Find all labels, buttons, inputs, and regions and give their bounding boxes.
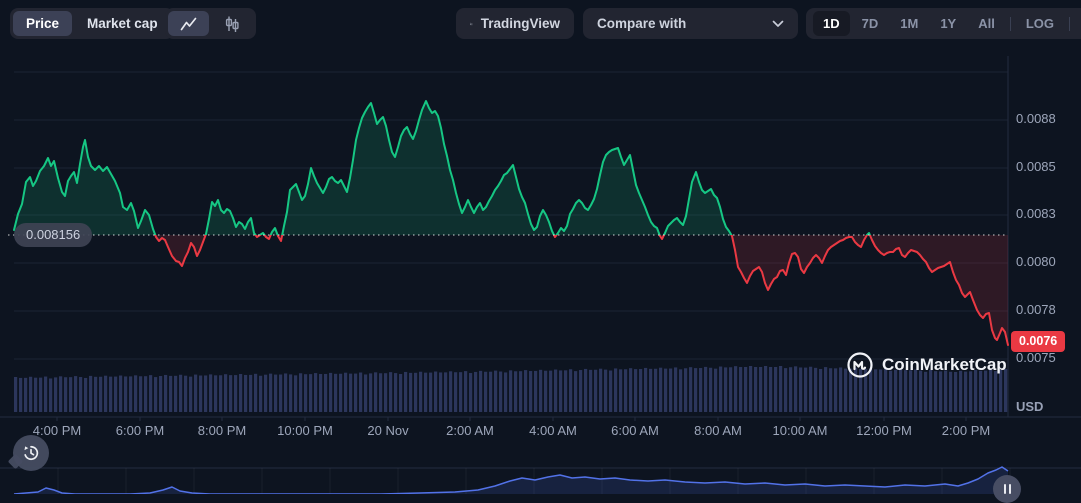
x-axis-label: 10:00 AM [772,423,828,438]
handle-grip-icon [1003,484,1006,494]
tab-market-cap[interactable]: Market cap [74,11,171,36]
current-price-badge: 0.0076 [1011,331,1066,352]
compare-with-label: Compare with [597,16,687,31]
y-axis-label: 0.0085 [1016,159,1056,174]
line-chart-type-button[interactable] [168,11,209,36]
line-chart-icon [180,17,197,30]
coinmarketcap-logo-icon [847,352,873,378]
more-options-button[interactable]: ··· [1075,11,1081,36]
candlestick-icon [225,16,239,32]
compare-with-dropdown[interactable]: Compare with [583,8,798,39]
y-axis-label: 0.0078 [1016,302,1056,317]
divider [1009,16,1011,31]
y-axis-unit-label: USD [1016,399,1044,414]
range-7d-button[interactable]: 7D [852,11,889,36]
history-button[interactable] [13,435,49,471]
tab-price[interactable]: Price [13,11,73,36]
chevron-down-icon [772,20,784,27]
x-axis-label: 2:00 PM [941,423,991,438]
price-chart[interactable] [0,0,1081,494]
x-axis-label: 8:00 AM [694,423,742,438]
x-axis-label: 6:00 AM [611,423,659,438]
divider [1069,16,1071,31]
time-range-selector: 1D 7D 1M 1Y All LOG ··· [806,8,1081,39]
metric-toggle: Price Market cap [10,8,174,39]
history-clock-icon [24,445,39,461]
navigator-resize-handle[interactable] [993,475,1021,503]
x-axis-label: 4:00 PM [32,423,82,438]
range-all-button[interactable]: All [968,11,1005,36]
candlestick-chart-type-button[interactable] [211,11,253,36]
tradingview-button[interactable]: TradingView [456,8,574,39]
handle-grip-icon [1008,484,1011,494]
range-1y-button[interactable]: 1Y [930,11,966,36]
baseline-price-label: 0.008156 [14,223,93,247]
x-axis-label: 12:00 PM [856,423,912,438]
x-axis-label: 8:00 PM [197,423,247,438]
range-1m-button[interactable]: 1M [890,11,928,36]
y-axis-label: 0.0080 [1016,254,1056,269]
x-axis-label: 10:00 PM [277,423,333,438]
x-axis-label: 2:00 AM [446,423,494,438]
watermark-text: CoinMarketCap [882,355,1007,374]
x-axis-label: 4:00 AM [529,423,577,438]
x-axis-label: 20 Nov [367,423,409,438]
tradingview-label: TradingView [480,16,560,31]
y-axis-label: 0.0075 [1016,350,1056,365]
coinmarketcap-watermark: CoinMarketCap [846,351,1007,379]
y-axis-label: 0.0083 [1016,206,1056,221]
chart-type-toggle [165,8,256,39]
log-scale-button[interactable]: LOG [1016,11,1064,36]
range-1d-button[interactable]: 1D [813,11,850,36]
tradingview-chart-icon [470,22,473,25]
y-axis-label: 0.0088 [1016,111,1056,126]
x-axis-label: 6:00 PM [115,423,165,438]
